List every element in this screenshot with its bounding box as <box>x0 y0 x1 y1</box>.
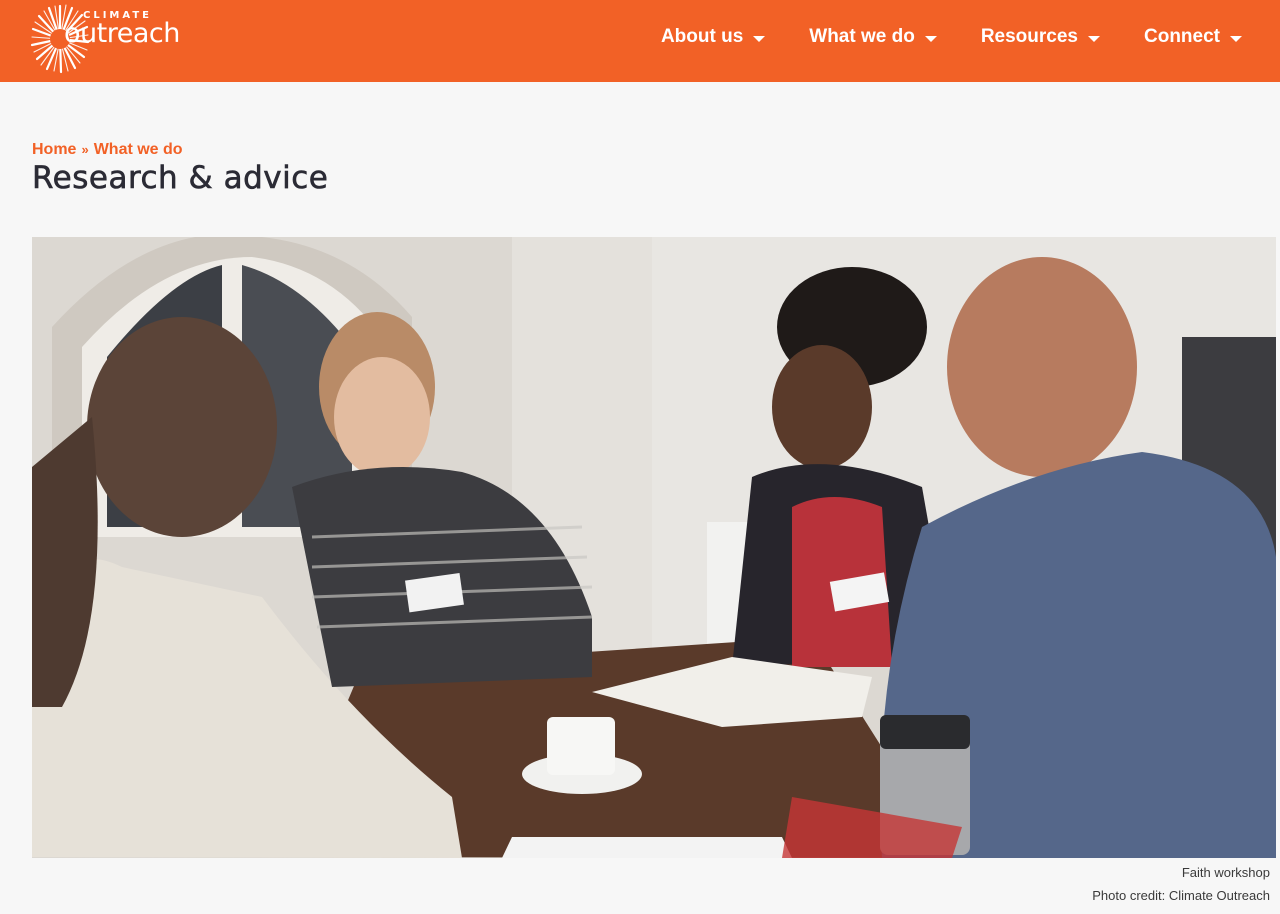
chevron-down-icon <box>753 35 766 42</box>
chevron-down-icon <box>1230 35 1242 42</box>
chevron-down-icon <box>924 35 937 42</box>
nav-item-connect[interactable]: Connect <box>1144 22 1242 52</box>
nav-item-what-we-do[interactable]: What we do <box>809 22 937 52</box>
hero-image-caption: Faith workshop <box>1181 865 1270 880</box>
main-nav: About us What we do Resources Connect <box>661 22 1242 52</box>
breadcrumb-current-link[interactable]: What we do <box>94 141 183 159</box>
breadcrumb: Home » What we do <box>32 141 183 159</box>
breadcrumb-separator: » <box>81 142 89 157</box>
nav-item-resources[interactable]: Resources <box>981 22 1100 52</box>
site-header: CLIMATE outreach About us What we do Res… <box>0 0 1280 82</box>
hero-image-credit: Photo credit: Climate Outreach <box>1092 888 1270 903</box>
site-logo[interactable]: CLIMATE outreach <box>30 2 200 76</box>
nav-item-label: What we do <box>809 26 915 47</box>
nav-item-label: Resources <box>980 26 1078 47</box>
breadcrumb-home-link[interactable]: Home <box>32 141 76 159</box>
page-title: Research & advice <box>32 160 329 197</box>
nav-item-about-us[interactable]: About us <box>660 22 766 52</box>
chevron-down-icon <box>1088 35 1100 42</box>
nav-item-label: Connect <box>1144 26 1220 47</box>
workshop-photo <box>32 237 1276 858</box>
logo-big-text: outreach <box>64 18 180 49</box>
nav-item-label: About us <box>660 26 744 47</box>
hero-image <box>32 237 1276 858</box>
